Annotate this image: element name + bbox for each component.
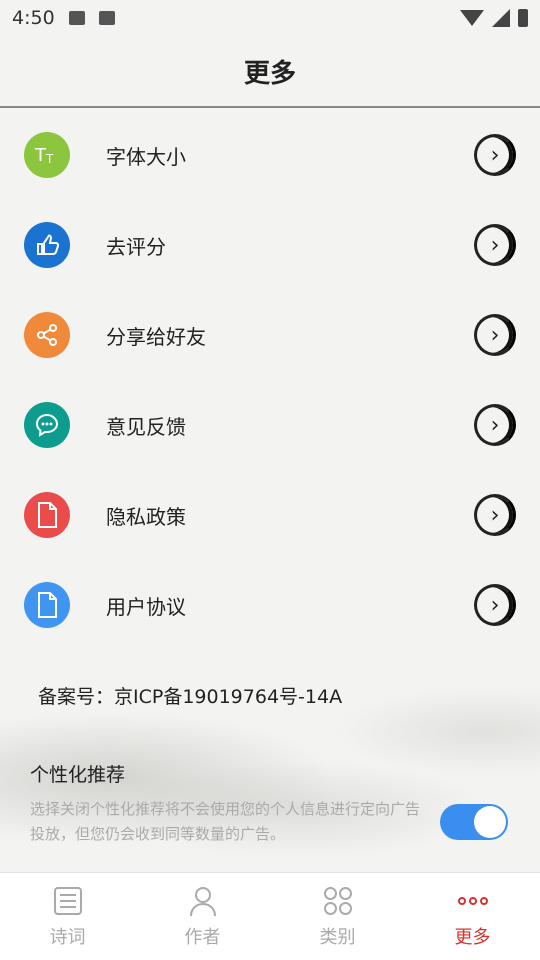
more-icon <box>457 885 489 917</box>
menu-label: 分享给好友 <box>106 324 206 349</box>
personalized-description: 选择关闭个性化推荐将不会使用您的个人信息进行定向广告投放，但您仍会收到同等数量的… <box>30 800 421 843</box>
poem-icon <box>52 885 84 917</box>
status-bar: 4:50 <box>0 0 540 36</box>
document-icon <box>24 582 70 628</box>
svg-text:T: T <box>45 152 54 166</box>
chevron-right-icon: › <box>474 314 516 356</box>
thumbs-up-icon <box>24 222 70 268</box>
menu-label: 意见反馈 <box>106 414 186 439</box>
document-icon <box>24 492 70 538</box>
tab-label: 诗词 <box>49 926 86 948</box>
tab-poems[interactable]: 诗词 <box>0 873 135 960</box>
battery-icon <box>518 9 528 27</box>
personalized-recommendation: 个性化推荐 选择关闭个性化推荐将不会使用您的个人信息进行定向广告投放，但您仍会收… <box>30 760 510 847</box>
author-icon <box>187 885 219 917</box>
chevron-right-icon: › <box>474 494 516 536</box>
icp-record: 备案号：京ICP备19019764号-14A <box>38 686 343 708</box>
toggle-knob <box>474 806 506 838</box>
signal-icon <box>492 9 510 27</box>
personalized-title: 个性化推荐 <box>30 764 126 786</box>
menu-label: 用户协议 <box>106 594 186 619</box>
menu-item-user-agreement[interactable]: 用户协议 › <box>0 560 540 650</box>
tab-label: 作者 <box>184 926 221 948</box>
status-time: 4:50 <box>12 7 55 29</box>
header: 更多 <box>0 36 540 108</box>
chevron-right-icon: › <box>474 224 516 266</box>
menu-item-privacy-policy[interactable]: 隐私政策 › <box>0 470 540 560</box>
menu-item-rate[interactable]: 去评分 › <box>0 200 540 290</box>
chevron-right-icon: › <box>474 134 516 176</box>
tab-more[interactable]: 更多 <box>405 873 540 960</box>
menu-item-font-size[interactable]: TT 字体大小 › <box>0 110 540 200</box>
tab-label: 类别 <box>319 926 356 948</box>
chevron-right-icon: › <box>474 404 516 446</box>
tab-label: 更多 <box>454 926 491 948</box>
font-size-icon: TT <box>24 132 70 178</box>
share-icon <box>24 312 70 358</box>
feedback-chat-icon <box>24 402 70 448</box>
menu-item-share[interactable]: 分享给好友 › <box>0 290 540 380</box>
menu-label: 去评分 <box>106 234 166 259</box>
chevron-right-icon: › <box>474 584 516 626</box>
tab-categories[interactable]: 类别 <box>270 873 405 960</box>
app-notification-icon <box>98 11 115 25</box>
menu-item-feedback[interactable]: 意见反馈 › <box>0 380 540 470</box>
menu-label: 隐私政策 <box>106 504 186 529</box>
menu-label: 字体大小 <box>106 144 186 169</box>
page-title: 更多 <box>243 58 296 89</box>
image-notification-icon <box>68 11 85 25</box>
settings-menu: TT 字体大小 › 去评分 › 分享给好友 › 意见反馈 › 隐私政策 › 用户… <box>0 110 540 650</box>
category-icon <box>322 885 354 917</box>
bottom-tab-bar: 诗词 作者 类别 更多 <box>0 872 540 960</box>
tab-authors[interactable]: 作者 <box>135 873 270 960</box>
personalized-toggle[interactable] <box>440 804 508 840</box>
wifi-icon <box>460 10 484 26</box>
